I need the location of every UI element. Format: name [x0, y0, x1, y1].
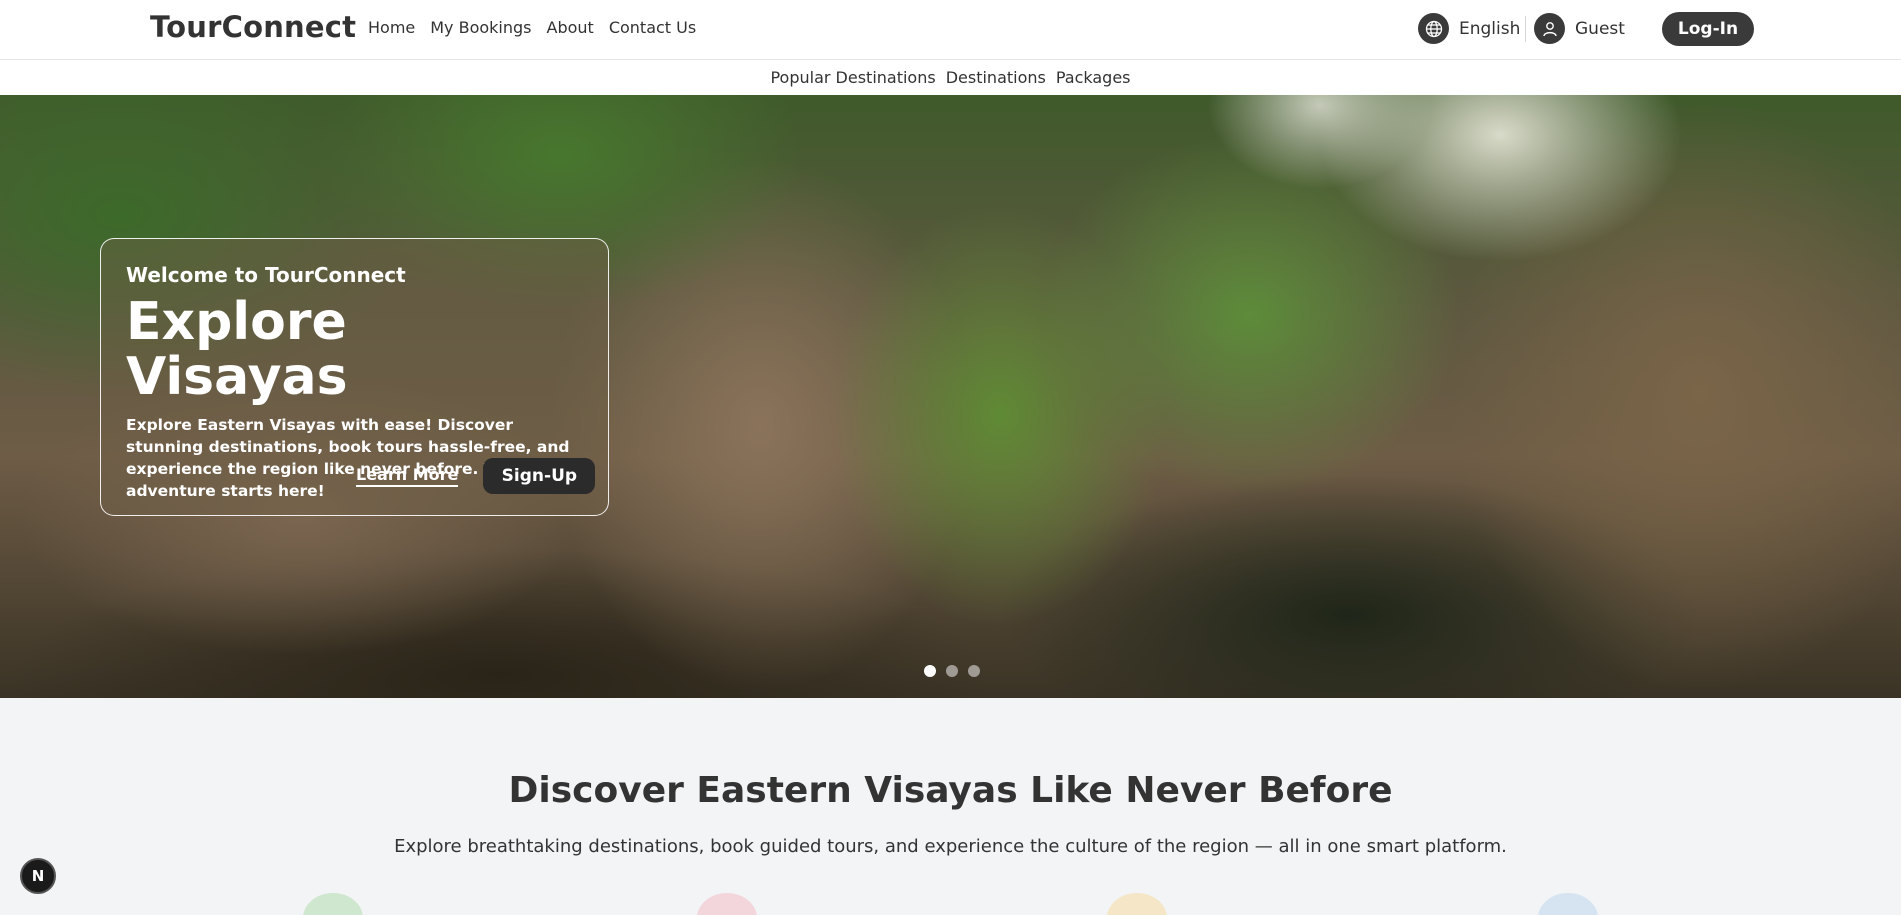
hero-actions: Learn More Sign-Up [356, 458, 596, 494]
language-label: English [1459, 18, 1521, 39]
nav-home-link[interactable]: Home [368, 18, 415, 37]
subnav-packages-link[interactable]: Packages [1056, 68, 1131, 87]
feature-icon-2 [697, 893, 757, 915]
user-menu[interactable]: Guest [1534, 13, 1625, 44]
learn-more-link[interactable]: Learn More [356, 465, 459, 487]
feature-icon-3 [1107, 893, 1167, 915]
nav-my-bookings-link[interactable]: My Bookings [430, 18, 531, 37]
signup-button[interactable]: Sign-Up [483, 458, 596, 494]
user-label: Guest [1575, 18, 1625, 39]
brand-logo[interactable]: TourConnect [150, 10, 356, 44]
login-button[interactable]: Log-In [1662, 12, 1754, 46]
discover-subtitle: Explore breathtaking destinations, book … [394, 836, 1507, 857]
top-navbar: TourConnect Home My Bookings About Conta… [0, 0, 1901, 60]
discover-title: Discover Eastern Visayas Like Never Befo… [508, 770, 1393, 811]
feature-icon-4 [1538, 893, 1598, 915]
header-divider [1525, 16, 1526, 42]
main-nav: Home My Bookings About Contact Us [368, 18, 696, 37]
globe-icon [1418, 13, 1449, 44]
hero-card: Welcome to TourConnect Explore Visayas E… [100, 238, 609, 516]
carousel-dot-3[interactable] [968, 665, 980, 677]
sub-nav: Popular Destinations Destinations Packag… [0, 60, 1901, 95]
hero-welcome-text: Welcome to TourConnect [126, 263, 406, 287]
carousel-dot-1[interactable] [924, 665, 936, 677]
subnav-destinations-link[interactable]: Destinations [946, 68, 1046, 87]
user-icon [1534, 13, 1565, 44]
feature-icon-1 [303, 893, 363, 915]
hero-carousel: Welcome to TourConnect Explore Visayas E… [0, 95, 1901, 698]
nav-contact-us-link[interactable]: Contact Us [609, 18, 696, 37]
subnav-popular-destinations-link[interactable]: Popular Destinations [770, 68, 935, 87]
carousel-indicators [924, 665, 980, 677]
nav-about-link[interactable]: About [547, 18, 594, 37]
dev-tools-badge[interactable]: N [20, 858, 56, 894]
carousel-dot-2[interactable] [946, 665, 958, 677]
hero-title: Explore Visayas [126, 292, 348, 407]
language-selector[interactable]: English [1418, 13, 1520, 44]
